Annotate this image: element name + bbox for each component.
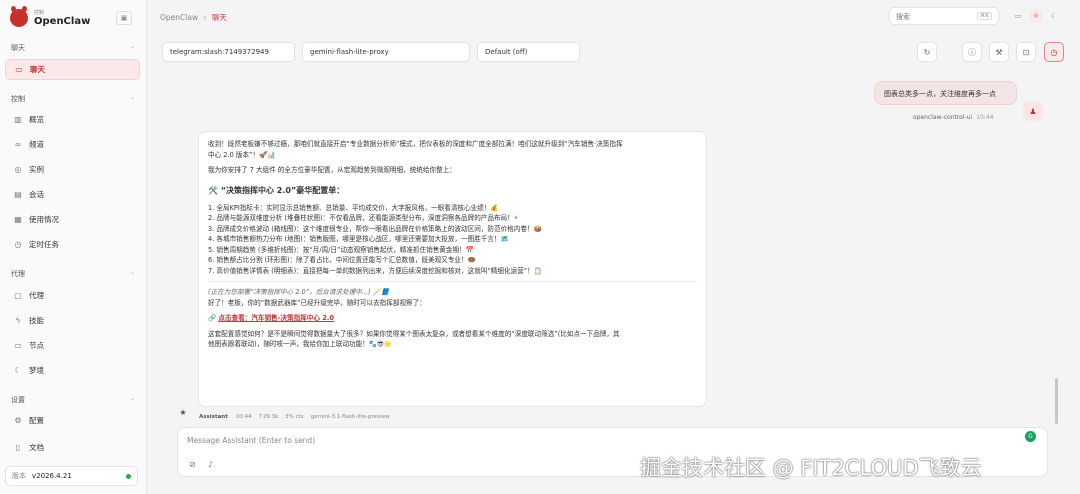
- sidebar-item-dreams[interactable]: ☾ 梦境: [5, 360, 140, 381]
- folder-icon: ▢: [14, 291, 22, 300]
- radio-icon: ◎: [14, 165, 22, 174]
- top-bar: OpenClaw › 聊天 搜索 ⌘K ▭ ☼ ☾: [147, 0, 1080, 32]
- list-item: 5. 销售周期趋势 (多维折线图)：按“月/周/日”动态观察销售起伏，精准抓住销…: [208, 245, 474, 254]
- thinking-select[interactable]: Default (off): [477, 42, 580, 62]
- watermark: 掘金技术社区 @ FIT2CLOUD飞致云: [640, 456, 982, 480]
- openclaw-logo-icon: [10, 6, 28, 27]
- list-item: 3. 品牌成交价格波动 (箱线图)：这个维度很专业，帮你一眼看出品牌在价格策略上…: [208, 224, 542, 233]
- dashboard-link[interactable]: 点击查看：汽车销售-决策指挥中心 2.0: [218, 314, 334, 322]
- doc-icon: ▤: [14, 190, 22, 199]
- info-icon[interactable]: ⓘ: [962, 42, 982, 62]
- link-icon: ∞: [14, 140, 22, 149]
- sidebar: 控制 OpenClaw ▣ 聊天 ⌄ ▭ 聊天 控制 ⌄ ▥ 概览 ∞ 频道 ◎ 实例 ▤ 会…: [0, 0, 147, 494]
- list-item: 7. 高价值销售详情表 (明细表)：直接把每一单的数据列出来，方便后续深度挖掘和…: [208, 266, 542, 275]
- attach-icon[interactable]: ⊘: [189, 460, 196, 469]
- clock-icon: ◷: [14, 240, 22, 249]
- scrollbar[interactable]: [1055, 378, 1058, 424]
- version-badge: 版本 v2026.4.21: [5, 466, 138, 486]
- config-heading: 🛠️ “决策指挥中心 2.0”豪华配置单：: [208, 185, 345, 195]
- section-chat[interactable]: 聊天 ⌄: [11, 43, 135, 53]
- star-icon[interactable]: ★: [175, 405, 191, 419]
- user-avatar-icon: ♟: [1023, 101, 1043, 121]
- status-note: (正在为您部署“决策指挥中心 2.0”，后台请求处理中...) 🪄📘: [208, 288, 390, 296]
- section-agents[interactable]: 代理 ⌄: [11, 269, 135, 279]
- sidebar-item-skills[interactable]: ϟ 技能: [5, 310, 140, 331]
- refresh-icon[interactable]: ↻: [917, 42, 937, 62]
- sidebar-item-agents[interactable]: ▢ 代理: [5, 285, 140, 306]
- search-input[interactable]: 搜索 ⌘K: [889, 7, 999, 25]
- user-message-meta: openclaw-control-ui 10:44: [913, 114, 994, 121]
- message-meta: Assistant 10:44 ↑29.3k 3% ctx gemini-3.1…: [199, 414, 390, 420]
- sidebar-item-nodes[interactable]: ▭ 节点: [5, 335, 140, 356]
- section-control[interactable]: 控制 ⌄: [11, 94, 135, 104]
- chart-icon: ▥: [14, 115, 22, 124]
- sidebar-item-cron[interactable]: ◷ 定时任务: [5, 234, 140, 255]
- moon-icon[interactable]: ☾: [1047, 9, 1061, 23]
- wrench-icon[interactable]: ⚒: [989, 42, 1009, 62]
- collapse-sidebar-icon[interactable]: ▣: [116, 11, 132, 25]
- sun-icon[interactable]: ☼: [1029, 9, 1043, 23]
- chat-icon: ▭: [15, 65, 23, 74]
- history-icon[interactable]: ◷: [1044, 42, 1064, 62]
- sidebar-item-config[interactable]: ⚙ 配置: [5, 410, 140, 431]
- list-item: 4. 各城市销售额热力分布 (地图)：销售版图，哪里是核心战区，哪里还需要加大投…: [208, 235, 509, 243]
- search-shortcut: ⌘K: [976, 12, 992, 20]
- moon-icon: ☾: [14, 366, 22, 375]
- session-select[interactable]: telegram:slash:7149372949: [162, 42, 295, 62]
- book-icon: ▯: [15, 443, 21, 452]
- gear-icon: ⚙: [14, 416, 22, 425]
- sidebar-item-overview[interactable]: ▥ 概览: [5, 109, 140, 130]
- brand[interactable]: 控制 OpenClaw: [10, 6, 91, 27]
- assistant-message-bubble: 收到！既然老板嫌不够过瘾，那咱们就直接开启“专业数据分析师”模式，把仪表板的深度…: [198, 131, 707, 407]
- list-item: 6. 销售额占比分割 (环形图)：除了看占比，中间位置还能写个汇总数值，既美观又…: [208, 256, 476, 264]
- section-settings[interactable]: 设置 ⌄: [11, 395, 135, 405]
- list-item: 2. 品牌与能源双维度分析 (堆叠柱状图)：不仅看品牌，还看能源类型分布，深度洞…: [208, 214, 519, 222]
- model-select[interactable]: gemini-flash-lite-proxy: [302, 42, 470, 62]
- sidebar-item-instances[interactable]: ◎ 实例: [5, 159, 140, 180]
- zap-icon: ϟ: [15, 316, 21, 325]
- grammarly-icon[interactable]: G: [1025, 431, 1036, 442]
- sidebar-item-chat[interactable]: ▭ 聊天: [5, 59, 140, 80]
- sidebar-item-sessions[interactable]: ▤ 会话: [5, 184, 140, 205]
- status-online-icon: [126, 473, 131, 479]
- message-input[interactable]: Message Assistant (Enter to send): [187, 436, 315, 445]
- user-message-bubble: 图表总类多一点，关注维度再多一点: [874, 81, 1017, 105]
- monitor-icon[interactable]: ▭: [1011, 9, 1025, 23]
- version-number: v2026.4.21: [32, 472, 72, 480]
- brand-subtitle: 控制: [34, 10, 45, 16]
- monitor-icon: ▭: [14, 341, 22, 350]
- bar-chart-icon: ▦: [14, 215, 22, 224]
- link-icon: 🔗: [208, 314, 219, 322]
- sidebar-item-channels[interactable]: ∞ 频道: [5, 134, 140, 155]
- brand-name: OpenClaw: [34, 16, 91, 27]
- list-item: 1. 全局KPI指标卡：实时显示总销售额、总销量、平均成交价，大字报风格，一眼看…: [208, 203, 499, 212]
- focus-icon[interactable]: ⊡: [1016, 42, 1036, 62]
- sidebar-item-docs[interactable]: ▯ 文档: [5, 437, 140, 458]
- mic-icon[interactable]: ♪: [208, 460, 213, 469]
- breadcrumb: OpenClaw › 聊天: [160, 13, 227, 22]
- sidebar-item-usage[interactable]: ▦ 使用情况: [5, 209, 140, 230]
